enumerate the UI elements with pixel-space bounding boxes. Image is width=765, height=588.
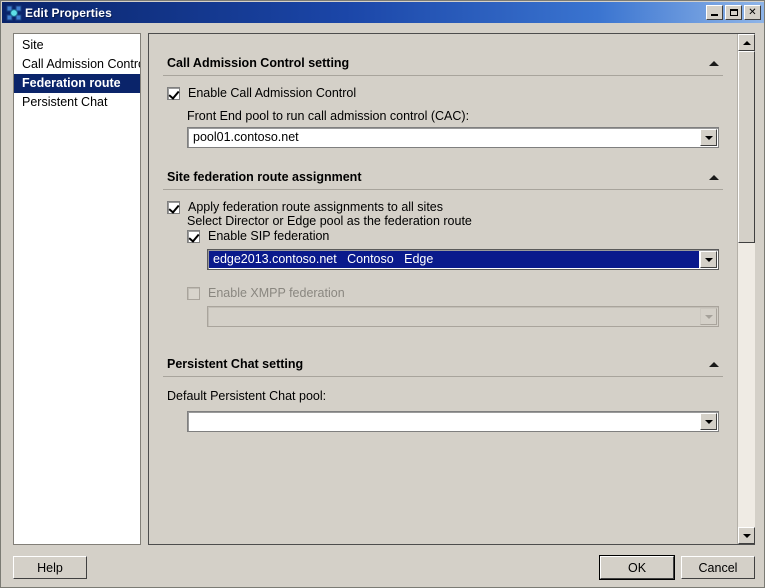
- close-icon: ✕: [748, 6, 757, 18]
- window-title: Edit Properties: [25, 5, 112, 20]
- scrollbar-thumb[interactable]: [738, 51, 755, 243]
- scroll-down-button[interactable]: [738, 527, 755, 544]
- cancel-button[interactable]: Cancel: [681, 556, 755, 579]
- enable-sip-federation-row[interactable]: Enable SIP federation: [187, 229, 719, 243]
- cac-pool-dropdown-button[interactable]: [700, 129, 717, 146]
- chevron-down-icon: [704, 419, 713, 424]
- sidebar-item-federation-route[interactable]: Federation route: [14, 74, 140, 93]
- settings-panel: Call Admission Control setting Enable Ca…: [148, 33, 755, 545]
- section-title: Call Admission Control setting: [167, 56, 350, 70]
- xmpp-federation-value: [208, 307, 699, 326]
- help-button[interactable]: Help: [13, 556, 87, 579]
- chevron-down-icon: [704, 257, 713, 262]
- section-body: Enable Call Admission Control Front End …: [163, 76, 723, 148]
- triangle-down-icon: [742, 533, 751, 538]
- chevron-up-icon[interactable]: [709, 361, 719, 367]
- dialog-footer: Help OK Cancel: [2, 545, 764, 587]
- enable-call-admission-control-label: Enable Call Admission Control: [188, 86, 357, 100]
- title-bar[interactable]: Edit Properties ✕: [2, 2, 764, 23]
- close-button[interactable]: ✕: [744, 5, 761, 20]
- section-persistent-chat: Persistent Chat setting Default Persiste…: [163, 357, 723, 432]
- window-controls: ✕: [706, 5, 763, 20]
- sidebar-item-call-admission-control[interactable]: Call Admission Control: [14, 55, 140, 74]
- chevron-down-icon: [704, 314, 713, 319]
- enable-sip-federation-label: Enable SIP federation: [208, 229, 330, 243]
- sip-pool-group: edge2013.contoso.net Contoso Edge: [207, 249, 719, 270]
- ok-button[interactable]: OK: [599, 555, 675, 580]
- chevron-down-icon: [704, 135, 713, 140]
- enable-call-admission-control-checkbox[interactable]: [167, 87, 180, 100]
- minimize-button[interactable]: [706, 5, 723, 20]
- enable-xmpp-federation-label: Enable XMPP federation: [208, 286, 345, 300]
- persistent-chat-pool-label: Default Persistent Chat pool:: [167, 389, 327, 403]
- sidebar-item-persistent-chat[interactable]: Persistent Chat: [14, 93, 140, 112]
- maximize-icon: [729, 9, 738, 16]
- apply-federation-route-row[interactable]: Apply federation route assignments to al…: [167, 200, 719, 214]
- federation-route-group: Select Director or Edge pool as the fede…: [187, 214, 719, 327]
- dialog-client-area: Site Call Admission Control Federation r…: [2, 23, 764, 587]
- vertical-scrollbar[interactable]: [737, 34, 755, 544]
- xmpp-federation-dropdown-button: [700, 308, 717, 325]
- edit-properties-dialog: Edit Properties ✕ Site Call Admission Co…: [0, 0, 765, 588]
- minimize-icon: [711, 14, 718, 16]
- apply-federation-route-checkbox[interactable]: [167, 201, 180, 214]
- xmpp-federation-combobox: [207, 306, 719, 327]
- sip-federation-dropdown-button[interactable]: [700, 251, 717, 268]
- triangle-up-icon: [742, 40, 751, 45]
- section-call-admission-control: Call Admission Control setting Enable Ca…: [163, 56, 723, 148]
- cac-pool-group: Front End pool to run call admission con…: [187, 109, 719, 148]
- apply-federation-route-label: Apply federation route assignments to al…: [188, 200, 443, 214]
- sidebar-item-label: Call Admission Control: [22, 57, 141, 71]
- section-title: Persistent Chat setting: [167, 357, 304, 371]
- persistent-chat-pool-dropdown-button[interactable]: [700, 413, 717, 430]
- scrollbar-track[interactable]: [738, 51, 755, 527]
- persistent-chat-pool-combobox[interactable]: [187, 411, 719, 432]
- sidebar-item-label: Federation route: [22, 76, 121, 90]
- section-title: Site federation route assignment: [167, 170, 362, 184]
- xmpp-pool-group: [207, 306, 719, 327]
- section-header-call-admission-control[interactable]: Call Admission Control setting: [163, 56, 723, 76]
- section-header-persistent-chat[interactable]: Persistent Chat setting: [163, 357, 723, 377]
- topology-icon: [6, 5, 22, 21]
- sidebar-item-label: Site: [22, 38, 44, 52]
- enable-xmpp-federation-checkbox: [187, 287, 200, 300]
- sidebar-item-site[interactable]: Site: [14, 36, 140, 55]
- section-header-federation[interactable]: Site federation route assignment: [163, 170, 723, 190]
- cac-pool-combobox[interactable]: pool01.contoso.net: [187, 127, 719, 148]
- cac-pool-label: Front End pool to run call admission con…: [187, 109, 470, 123]
- scroll-up-button[interactable]: [738, 34, 755, 51]
- settings-scroll-content: Call Admission Control setting Enable Ca…: [149, 34, 737, 544]
- federation-route-hint: Select Director or Edge pool as the fede…: [187, 214, 472, 228]
- section-site-federation-route-assignment: Site federation route assignment Apply f…: [163, 170, 723, 327]
- cac-pool-value: pool01.contoso.net: [193, 130, 299, 144]
- chevron-up-icon[interactable]: [709, 174, 719, 180]
- persistent-chat-pool-value: [188, 412, 699, 431]
- sip-federation-combobox[interactable]: edge2013.contoso.net Contoso Edge: [207, 249, 719, 270]
- category-list[interactable]: Site Call Admission Control Federation r…: [13, 33, 141, 545]
- persistent-chat-pool-group: [187, 411, 719, 432]
- sidebar-item-label: Persistent Chat: [22, 95, 108, 109]
- chevron-up-icon[interactable]: [709, 60, 719, 66]
- sip-federation-value: edge2013.contoso.net Contoso Edge: [209, 251, 699, 268]
- enable-xmpp-federation-row: Enable XMPP federation: [187, 286, 719, 300]
- section-body: Default Persistent Chat pool:: [163, 377, 723, 432]
- enable-sip-federation-checkbox[interactable]: [187, 230, 200, 243]
- section-body: Apply federation route assignments to al…: [163, 190, 723, 327]
- enable-cac-row[interactable]: Enable Call Admission Control: [167, 86, 719, 100]
- maximize-button[interactable]: [725, 5, 742, 20]
